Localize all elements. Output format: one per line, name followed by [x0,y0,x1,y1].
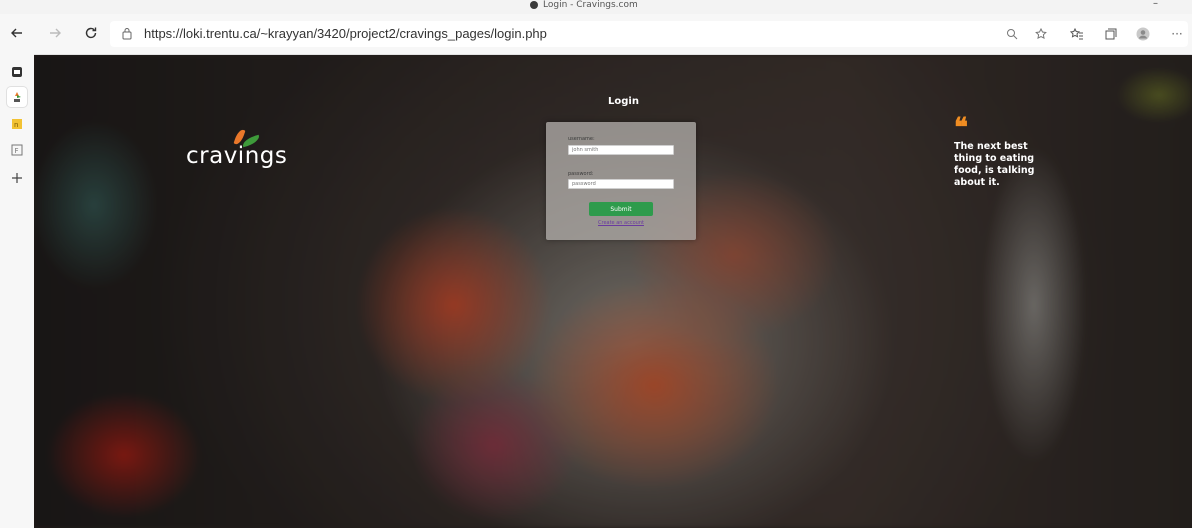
profile-icon[interactable] [1134,25,1152,43]
refresh-icon [85,27,97,39]
login-title: Login [608,96,639,107]
cravings-logo[interactable]: cravings [186,127,306,177]
tagline-quote: The next best thing to eating food, is t… [954,141,1035,188]
svg-text:F: F [15,147,19,155]
tab-icon-3[interactable]: n [7,114,27,134]
page-viewport: cravings Login username: password: Submi… [34,55,1192,528]
arrow-left-icon [11,28,22,38]
arrow-right-icon [50,28,61,38]
collections-icon[interactable] [1102,25,1120,43]
forward-button[interactable] [44,22,66,44]
vertical-tab-sidebar: n F [0,54,35,528]
quote-icon: ❝ [954,113,968,143]
add-icon[interactable] [7,168,27,188]
zoom-icon[interactable] [1003,25,1021,43]
svg-text:n: n [14,121,18,129]
username-input[interactable] [568,145,674,155]
username-label: username: [568,136,595,142]
favorites-icon[interactable] [1068,25,1086,43]
more-icon[interactable]: ··· [1168,25,1186,43]
tab-icon-1[interactable] [7,62,27,82]
password-input[interactable] [568,179,674,189]
create-account-link[interactable]: Create an account [546,220,696,226]
minimize-icon[interactable]: – [1153,0,1158,9]
active-tab[interactable]: Login - Cravings.com [530,0,638,14]
submit-button[interactable]: Submit [589,202,653,216]
back-button[interactable] [6,22,28,44]
refresh-button[interactable] [80,22,102,44]
logo-text: cravings [186,143,288,169]
url-text[interactable]: https://loki.trentu.ca/~krayyan/3420/pro… [144,26,547,41]
password-label: password: [568,171,594,177]
read-aloud-icon[interactable] [1032,25,1050,43]
browser-toolbar: https://loki.trentu.ca/~krayyan/3420/pro… [0,14,1192,55]
tab-title-text: Login - Cravings.com [543,0,638,10]
tab-icon-2[interactable] [7,87,27,107]
address-bar[interactable]: https://loki.trentu.ca/~krayyan/3420/pro… [110,21,1188,47]
tab-icon-4[interactable]: F [7,140,27,160]
window-titlebar: Login - Cravings.com – [0,0,1192,14]
lock-icon [122,28,132,40]
login-form-card: username: password: Submit Create an acc… [546,122,696,240]
site-favicon-icon [530,1,538,9]
